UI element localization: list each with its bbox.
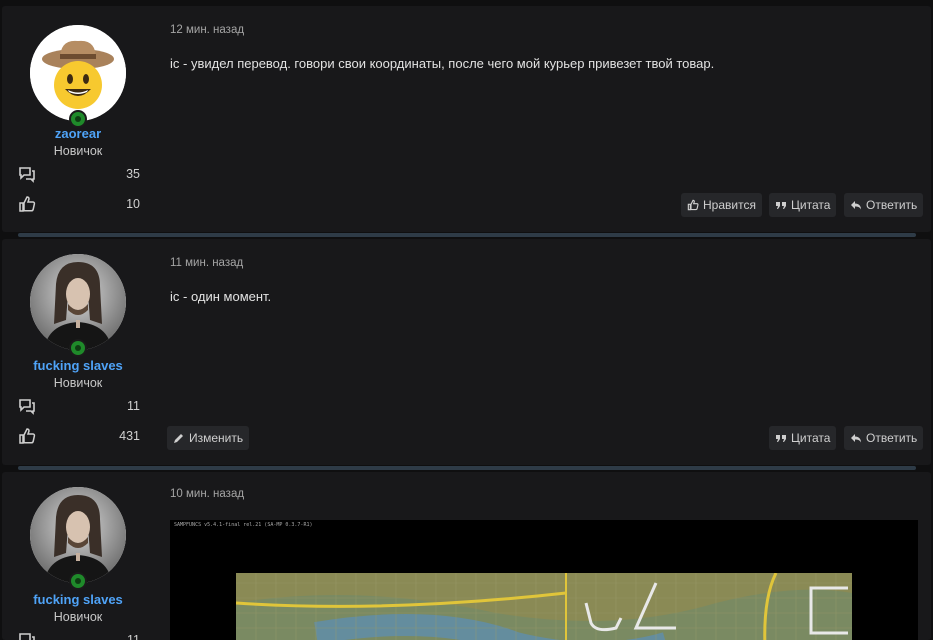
username[interactable]: fucking slaves xyxy=(2,592,154,607)
user-title: Новичок xyxy=(53,376,103,390)
screenshot-caption: SAMPFUNCS v5.4.1-final rel.21 (SA-MP 0.3… xyxy=(174,522,313,528)
reply-label: Ответить xyxy=(866,431,918,445)
messages-count: 35 xyxy=(126,167,140,181)
attached-screenshot[interactable]: SAMPFUNCS v5.4.1-final rel.21 (SA-MP 0.3… xyxy=(170,520,918,640)
user-title: Новичок xyxy=(53,610,103,624)
messages-stat: 11 xyxy=(18,631,140,640)
messages-icon xyxy=(19,399,35,415)
messages-icon xyxy=(19,167,35,183)
avatar[interactable] xyxy=(30,25,126,128)
username[interactable]: fucking slaves xyxy=(2,358,154,373)
thumbs-up-icon xyxy=(19,196,36,212)
online-status-icon xyxy=(69,339,87,357)
post-message: ic - один момент. xyxy=(170,289,272,304)
post-3: fucking slaves Новичок 11 10 мин. назад … xyxy=(2,472,931,640)
post-time[interactable]: 12 мин. назад xyxy=(170,24,244,36)
thumbs-up-icon xyxy=(687,199,699,211)
game-map-image xyxy=(236,573,852,640)
photo-avatar xyxy=(30,487,126,583)
reply-button[interactable]: Ответить xyxy=(844,426,924,450)
reactions-stat: 431 xyxy=(18,427,140,445)
quote-label: Цитата xyxy=(791,198,831,212)
edit-label: Изменить xyxy=(189,431,244,445)
reply-icon xyxy=(851,201,861,210)
quote-label: Цитата xyxy=(791,431,831,445)
avatar[interactable] xyxy=(30,254,126,357)
cowboy-emoji-avatar xyxy=(30,25,126,121)
quote-icon xyxy=(776,202,786,209)
pencil-icon xyxy=(174,434,183,443)
like-button[interactable]: Нравится xyxy=(681,193,762,217)
messages-count: 11 xyxy=(127,399,140,413)
post-time[interactable]: 11 мин. назад xyxy=(170,257,243,269)
messages-count: 11 xyxy=(127,633,140,640)
reactions-count: 10 xyxy=(126,197,140,211)
photo-avatar xyxy=(30,254,126,350)
reactions-stat: 10 xyxy=(18,195,140,213)
post-divider xyxy=(18,466,916,470)
quote-button[interactable]: Цитата xyxy=(769,426,837,450)
reply-button[interactable]: Ответить xyxy=(844,193,924,217)
username[interactable]: zaorear xyxy=(2,126,154,141)
quote-icon xyxy=(776,435,786,442)
post-2: fucking slaves Новичок 11 431 11 мин. на… xyxy=(2,239,931,465)
post-1: zaorear Новичок 35 10 12 мин. назад ic -… xyxy=(2,6,931,232)
reactions-count: 431 xyxy=(119,429,140,443)
messages-stat: 35 xyxy=(18,165,140,183)
avatar[interactable] xyxy=(30,487,126,590)
user-title: Новичок xyxy=(53,144,103,158)
post-time[interactable]: 10 мин. назад xyxy=(170,488,244,500)
messages-icon xyxy=(19,633,35,640)
post-divider xyxy=(18,233,916,237)
thumbs-up-icon xyxy=(19,428,36,444)
reply-icon xyxy=(851,434,861,443)
like-label: Нравится xyxy=(703,198,756,212)
online-status-icon xyxy=(69,572,87,590)
reply-label: Ответить xyxy=(866,198,918,212)
post-message: ic - увидел перевод. говори свои координ… xyxy=(170,56,715,71)
messages-stat: 11 xyxy=(18,397,140,415)
quote-button[interactable]: Цитата xyxy=(769,193,837,217)
edit-button[interactable]: Изменить xyxy=(167,426,250,450)
